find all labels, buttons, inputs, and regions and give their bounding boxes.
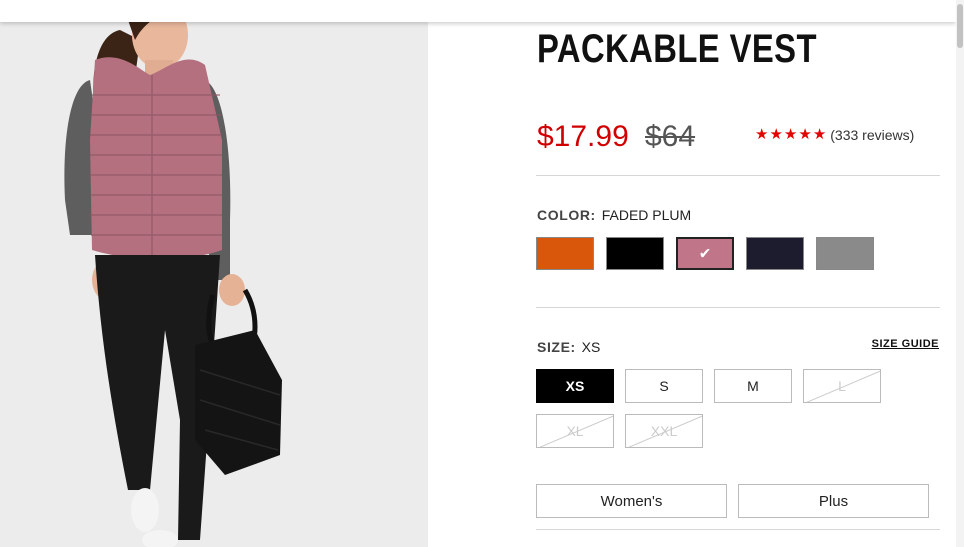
- size-option-xs[interactable]: XS: [536, 369, 614, 403]
- color-label: COLOR:: [537, 207, 596, 223]
- size-option-l[interactable]: L: [803, 369, 881, 403]
- top-header-bar: [0, 0, 956, 22]
- selected-size: XS: [581, 339, 601, 355]
- fit-option-plus[interactable]: Plus: [738, 484, 929, 518]
- divider: [536, 307, 940, 308]
- product-model-image: [0, 0, 428, 547]
- color-swatch-gray[interactable]: [816, 237, 874, 270]
- scrollbar-thumb[interactable]: [957, 4, 963, 48]
- size-option-xxl[interactable]: XXL: [625, 414, 703, 448]
- color-swatch-faded-plum[interactable]: ✔: [676, 237, 734, 270]
- reviews-link[interactable]: (333 reviews): [830, 127, 914, 143]
- fit-option-womens[interactable]: Women's: [536, 484, 727, 518]
- color-swatch-orange[interactable]: [536, 237, 594, 270]
- page-scrollbar[interactable]: [956, 0, 964, 547]
- star-icon: ★: [755, 126, 769, 143]
- color-swatch-navy[interactable]: [746, 237, 804, 270]
- size-option-xl[interactable]: XL: [536, 414, 614, 448]
- size-label: SIZE:: [537, 339, 576, 355]
- size-option-m[interactable]: M: [714, 369, 792, 403]
- checkmark-icon: ✔: [698, 245, 712, 263]
- sale-price: $17.99: [537, 120, 629, 153]
- star-rating: ★ ★ ★ ★ ★: [755, 127, 827, 143]
- product-photo[interactable]: [0, 0, 428, 547]
- divider: [536, 529, 940, 530]
- original-price: $64: [645, 120, 696, 153]
- product-title-line-2: PACKABLE VEST: [537, 27, 817, 71]
- color-swatch-black[interactable]: [606, 237, 664, 270]
- selected-color: FADED PLUM: [601, 207, 692, 223]
- color-label-row: COLOR: FADED PLUM: [537, 207, 691, 223]
- star-icon: ★: [812, 126, 827, 143]
- size-option-s[interactable]: S: [625, 369, 703, 403]
- size-guide-link[interactable]: SIZE GUIDE: [872, 338, 939, 350]
- star-icon: ★: [769, 126, 783, 143]
- star-icon: ★: [798, 126, 812, 143]
- product-rating[interactable]: ★ ★ ★ ★ ★ (333 reviews): [755, 127, 914, 144]
- divider: [536, 175, 940, 176]
- star-icon: ★: [783, 126, 798, 143]
- size-label-row: SIZE: XS: [537, 339, 600, 355]
